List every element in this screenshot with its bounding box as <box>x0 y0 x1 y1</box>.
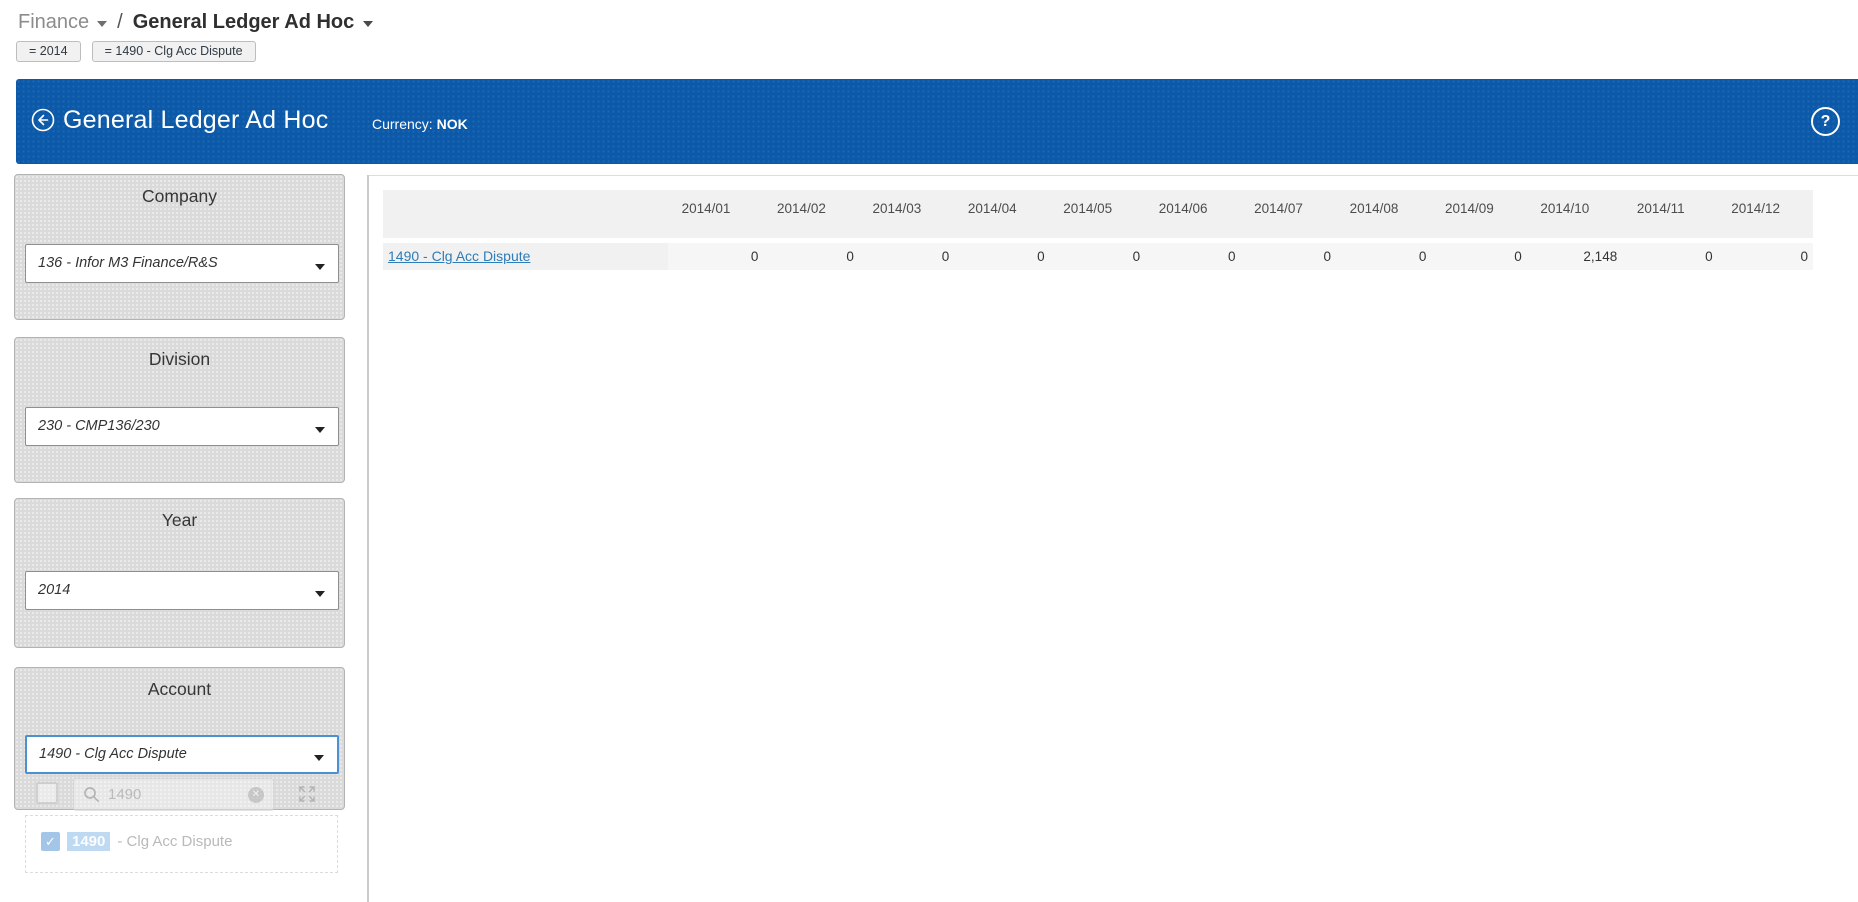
account-dropdown-list: ✓ 1490 - Clg Acc Dispute <box>25 815 338 873</box>
breadcrumb-section-label: Finance <box>18 11 89 34</box>
grid-value-cell: 0 <box>1622 243 1717 270</box>
panel-title: Company <box>15 186 344 207</box>
account-search-row: 1490 ✕ <box>15 778 346 814</box>
filter-panel-company: Company 136 - Infor M3 Finance/R&S <box>14 174 345 320</box>
account-selected-value: 1490 - Clg Acc Dispute <box>39 746 187 762</box>
grid-value-cell: 2,148 <box>1527 243 1622 270</box>
chevron-down-icon <box>97 21 107 27</box>
grid-column-header[interactable]: 2014/05 <box>1050 190 1145 238</box>
grid-column-header[interactable]: 2014/01 <box>668 190 763 238</box>
grid-value-cell: 0 <box>1241 243 1336 270</box>
breadcrumb-page[interactable]: General Ledger Ad Hoc <box>133 11 374 34</box>
account-option-label: - Clg Acc Dispute <box>117 833 232 850</box>
division-select[interactable]: 230 - CMP136/230 <box>25 407 339 446</box>
grid-data-row: 1490 - Clg Acc Dispute 0000000002,14800 <box>383 243 1813 270</box>
grid-header-row: 2014/012014/022014/032014/042014/052014/… <box>383 190 1813 238</box>
filter-panel-year: Year 2014 <box>14 498 345 648</box>
grid-value-cell: 0 <box>1336 243 1431 270</box>
currency-value: NOK <box>437 116 468 132</box>
checked-checkbox-icon: ✓ <box>41 832 60 851</box>
grid-value-cell: 0 <box>1431 243 1526 270</box>
grid-value-cell: 0 <box>1718 243 1813 270</box>
account-row-link[interactable]: 1490 - Clg Acc Dispute <box>388 248 530 264</box>
grid-header-label-spacer <box>383 190 668 238</box>
grid-value-cell: 0 <box>763 243 858 270</box>
grid-column-header[interactable]: 2014/03 <box>859 190 954 238</box>
grid-column-header[interactable]: 2014/07 <box>1241 190 1336 238</box>
panel-title: Account <box>15 679 344 700</box>
filter-chip-bar: = 2014 = 1490 - Clg Acc Dispute <box>16 41 256 62</box>
grid-column-header[interactable]: 2014/10 <box>1527 190 1622 238</box>
chevron-down-icon <box>315 264 325 270</box>
breadcrumb: Finance / General Ledger Ad Hoc <box>18 11 373 34</box>
breadcrumb-page-label: General Ledger Ad Hoc <box>133 11 355 34</box>
division-selected-value: 230 - CMP136/230 <box>38 418 160 434</box>
page-title: General Ledger Ad Hoc <box>63 106 328 135</box>
grid-value-cell: 0 <box>954 243 1049 270</box>
search-icon <box>83 786 100 803</box>
company-selected-value: 136 - Infor M3 Finance/R&S <box>38 255 218 271</box>
account-option-row[interactable]: ✓ 1490 - Clg Acc Dispute <box>41 832 232 851</box>
year-selected-value: 2014 <box>38 582 70 598</box>
page-banner: General Ledger Ad Hoc Currency: NOK ? <box>16 79 1858 164</box>
grid-column-header[interactable]: 2014/12 <box>1718 190 1813 238</box>
help-button[interactable]: ? <box>1811 107 1840 136</box>
grid-column-header[interactable]: 2014/04 <box>954 190 1049 238</box>
grid-column-header[interactable]: 2014/09 <box>1431 190 1526 238</box>
filter-panel-division: Division 230 - CMP136/230 <box>14 337 345 483</box>
year-select[interactable]: 2014 <box>25 571 339 610</box>
clear-search-icon[interactable]: ✕ <box>248 787 264 803</box>
account-search-input[interactable]: 1490 ✕ <box>73 778 274 811</box>
panel-title: Division <box>15 349 344 370</box>
chevron-down-icon <box>315 591 325 597</box>
breadcrumb-separator: / <box>117 11 123 34</box>
grid-column-header[interactable]: 2014/08 <box>1336 190 1431 238</box>
select-all-checkbox[interactable] <box>36 782 58 804</box>
grid-column-header[interactable]: 2014/11 <box>1622 190 1717 238</box>
expand-icon[interactable] <box>296 783 318 805</box>
filter-chip[interactable]: = 1490 - Clg Acc Dispute <box>92 41 256 62</box>
grid-row-label-cell: 1490 - Clg Acc Dispute <box>383 243 668 270</box>
back-button[interactable] <box>31 108 55 132</box>
filter-panel-account: Account 1490 - Clg Acc Dispute 1490 ✕ <box>14 667 345 810</box>
chevron-down-icon <box>314 755 324 761</box>
grid-value-cell: 0 <box>1145 243 1240 270</box>
company-select[interactable]: 136 - Infor M3 Finance/R&S <box>25 244 339 283</box>
grid-column-header[interactable]: 2014/02 <box>763 190 858 238</box>
panel-title: Year <box>15 510 344 531</box>
grid-value-cell: 0 <box>668 243 763 270</box>
grid-value-cell: 0 <box>859 243 954 270</box>
currency-indicator: Currency: NOK <box>372 116 468 132</box>
chevron-down-icon <box>315 427 325 433</box>
question-mark-icon: ? <box>1821 113 1831 131</box>
currency-label: Currency: <box>372 116 433 132</box>
account-select[interactable]: 1490 - Clg Acc Dispute <box>25 735 339 774</box>
sidebar-content-divider <box>367 175 369 902</box>
account-option-code-highlight: 1490 <box>67 832 110 851</box>
grid-value-cell: 0 <box>1050 243 1145 270</box>
search-query-text: 1490 <box>108 786 248 803</box>
grid-column-header[interactable]: 2014/06 <box>1145 190 1240 238</box>
ledger-grid: 2014/012014/022014/032014/042014/052014/… <box>383 190 1813 270</box>
filter-chip[interactable]: = 2014 <box>16 41 81 62</box>
content-top-divider <box>368 175 1858 176</box>
breadcrumb-section[interactable]: Finance <box>18 11 107 34</box>
chevron-down-icon <box>363 21 373 27</box>
